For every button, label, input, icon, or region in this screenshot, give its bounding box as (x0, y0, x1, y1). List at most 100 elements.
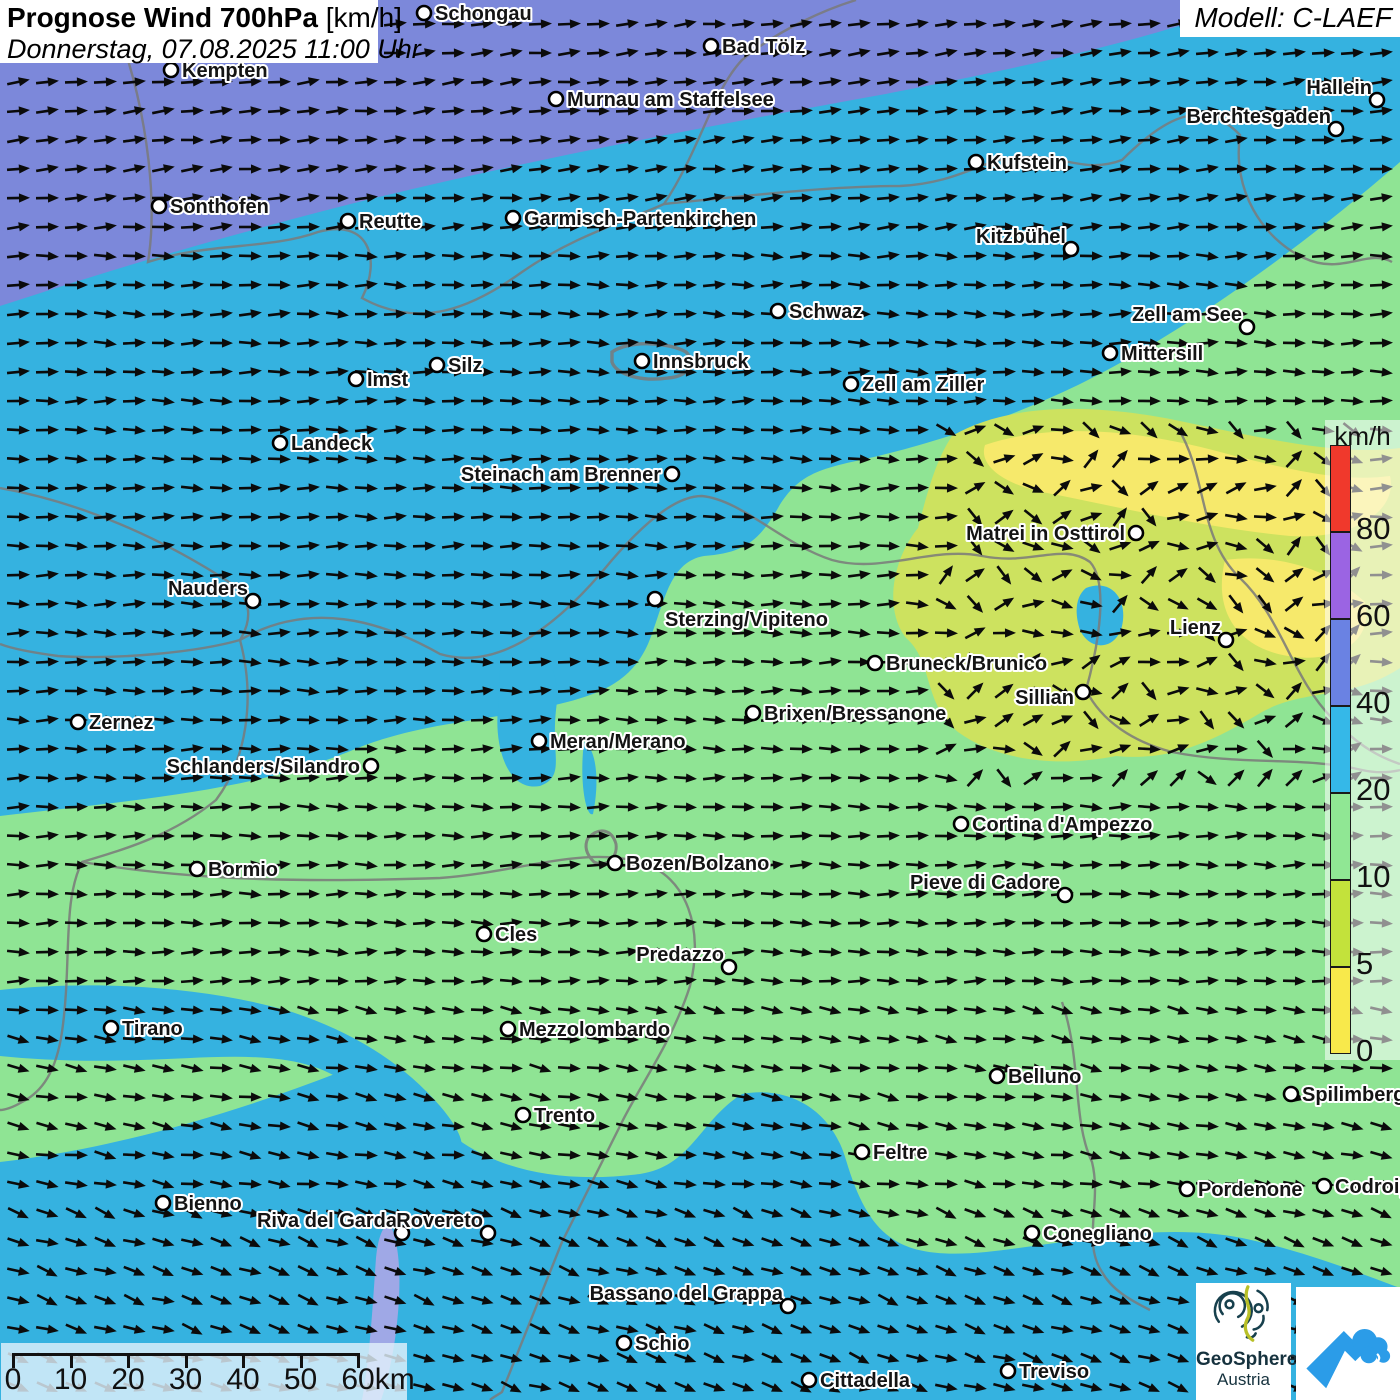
page-title: Prognose Wind 700hPa [km/h] (7, 2, 370, 34)
city-marker (273, 436, 287, 450)
region-wind-20-40-patch-meran (497, 648, 557, 787)
city-label: Schwaz (789, 301, 862, 323)
scale-label: 0 (5, 1363, 22, 1397)
city-label: Bozen/Bolzano (626, 853, 769, 875)
city-label: Bassano del Grappa (590, 1283, 784, 1305)
city-marker (1317, 1179, 1331, 1193)
legend-tick-label: 80 (1356, 511, 1390, 547)
city-label: Steinach am Brenner (461, 464, 661, 486)
city-cortina-d-ampezzo: Cortina d'Ampezzo (954, 814, 1152, 836)
city-bruneck-brunico: Bruneck/Brunico (868, 653, 1047, 675)
map-scale-bar: 0102030405060km (1, 1343, 407, 1400)
city-label: Lienz (1170, 617, 1221, 639)
city-marker (1240, 320, 1254, 334)
city-marker (1058, 888, 1072, 902)
city-steinach-am-brenner: Steinach am Brenner (461, 464, 679, 486)
city-label: Rovereto (396, 1210, 483, 1232)
legend-segment-80 (1330, 445, 1351, 532)
city-marker (1076, 685, 1090, 699)
city-marker (665, 467, 679, 481)
city-marker (802, 1373, 816, 1387)
city-marker (481, 1226, 495, 1240)
model-label: Modell: C-LAEF (1194, 2, 1392, 34)
city-marker (1219, 633, 1233, 647)
city-label: Mezzolombardo (519, 1019, 670, 1041)
city-marker (477, 927, 491, 941)
city-meran-merano: Meran/Merano (532, 731, 686, 753)
city-marker (617, 1336, 631, 1350)
model-panel: Modell: C-LAEF (1180, 0, 1400, 37)
city-label: Zell am Ziller (862, 374, 984, 396)
wind-forecast-map: SchongauBad TölzKemptenMurnau am Staffel… (0, 0, 1400, 1400)
city-marker (246, 594, 260, 608)
city-label: Bienno (174, 1193, 242, 1215)
city-sonthofen: Sonthofen (152, 196, 269, 218)
city-label: Imst (367, 369, 408, 391)
city-marker (341, 214, 355, 228)
city-label: Belluno (1008, 1066, 1081, 1088)
city-marker (608, 856, 622, 870)
scale-label: 40 (226, 1363, 259, 1397)
city-marker (855, 1145, 869, 1159)
map-title-panel: Prognose Wind 700hPa [km/h] Donnerstag, … (0, 0, 378, 63)
city-marker (152, 199, 166, 213)
city-label: Codroipo (1335, 1176, 1400, 1198)
city-label: Bruneck/Brunico (886, 653, 1047, 675)
city-marker (868, 656, 882, 670)
city-label: Garmisch-Partenkirchen (524, 208, 756, 230)
scale-label: 20 (111, 1363, 144, 1397)
city-marker (1329, 122, 1343, 136)
city-matrei-in-osttirol: Matrei in Osttirol (966, 523, 1143, 545)
city-marker (349, 372, 363, 386)
legend-segment-20 (1330, 706, 1351, 793)
city-marker (549, 92, 563, 106)
city-label: Tirano (122, 1018, 183, 1040)
city-bozen-bolzano: Bozen/Bolzano (608, 853, 769, 875)
city-label: Schio (635, 1333, 689, 1355)
city-label: Kufstein (987, 152, 1067, 174)
city-murnau-am-staffelsee: Murnau am Staffelsee (549, 89, 774, 111)
legend-segment-5 (1330, 880, 1351, 967)
forecast-datetime: Donnerstag, 07.08.2025 11:00 Uhr (7, 34, 370, 65)
title-text: Prognose Wind 700hPa (7, 2, 318, 33)
city-marker (1064, 242, 1078, 256)
city-garmisch-partenkirchen: Garmisch-Partenkirchen (506, 208, 756, 230)
weather-map-stage: SchongauBad TölzKemptenMurnau am Staffel… (0, 0, 1400, 1400)
city-label: Predazzo (636, 944, 724, 966)
city-marker (1370, 93, 1384, 107)
city-label: Trento (534, 1105, 595, 1127)
city-label: Murnau am Staffelsee (567, 89, 774, 111)
city-label: Meran/Merano (550, 731, 686, 753)
legend-tick-label: 40 (1356, 685, 1390, 721)
mountain-cloud-icon (1296, 1287, 1400, 1400)
city-label: Pieve di Cadore (910, 872, 1060, 894)
city-marker (506, 211, 520, 225)
city-marker (746, 706, 760, 720)
city-marker (1103, 346, 1117, 360)
legend-segment-0 (1330, 967, 1351, 1054)
scale-label: 10 (54, 1363, 87, 1397)
city-marker (969, 155, 983, 169)
city-label: Brixen/Bressanone (764, 703, 946, 725)
city-label: Conegliano (1043, 1223, 1152, 1245)
city-marker (1180, 1182, 1194, 1196)
legend-segment-60 (1330, 532, 1351, 619)
city-label: Sonthofen (170, 196, 269, 218)
city-marker (430, 358, 444, 372)
title-unit: [km/h] (318, 2, 402, 33)
city-label: Mittersill (1121, 343, 1203, 365)
city-label: Nauders (168, 578, 248, 600)
legend-color-scale: 806040201050 (1325, 445, 1400, 1054)
scale-label: 50 (284, 1363, 317, 1397)
city-zell-am-ziller: Zell am Ziller (844, 374, 984, 396)
scale-label: 60km (341, 1363, 414, 1397)
city-marker (1025, 1226, 1039, 1240)
city-label: Zernez (89, 712, 153, 734)
city-marker (722, 960, 736, 974)
city-marker (1001, 1364, 1015, 1378)
city-marker (104, 1021, 118, 1035)
city-label: Sterzing/Vipiteno (665, 609, 828, 631)
city-marker (1129, 526, 1143, 540)
city-innsbruck: Innsbruck (635, 351, 749, 373)
city-label: Cortina d'Ampezzo (972, 814, 1152, 836)
